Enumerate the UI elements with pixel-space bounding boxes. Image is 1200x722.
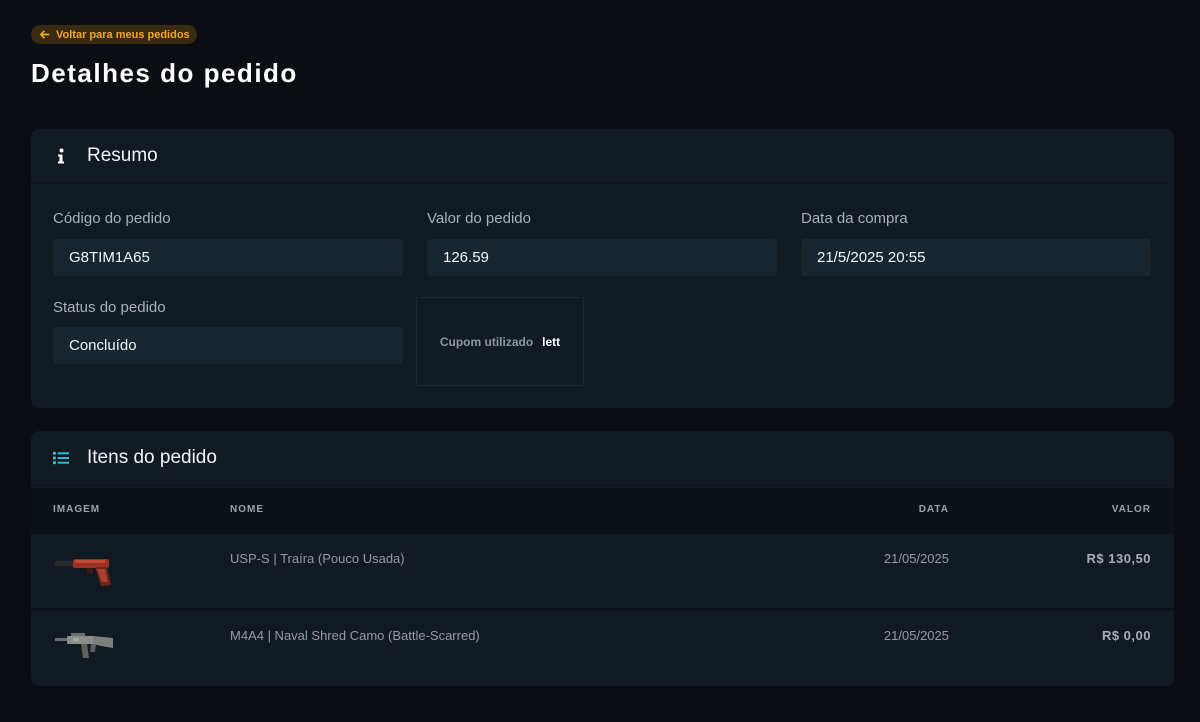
items-title: Itens do pedido xyxy=(87,447,217,468)
purchase-date-label: Data da compra xyxy=(801,210,908,227)
page-title: Detalhes do pedido xyxy=(31,58,298,88)
item-value: R$ 0,00 xyxy=(1101,628,1151,643)
coupon-box: Cupom utilizado lett xyxy=(416,297,584,386)
order-code-label: Código do pedido xyxy=(53,210,171,227)
arrow-left-icon xyxy=(40,30,50,39)
back-link-label: Voltar para meus pedidos xyxy=(56,28,190,41)
column-value: VALOR xyxy=(1111,504,1151,515)
rifle-image xyxy=(55,633,113,658)
order-code-field: G8TIM1A65 xyxy=(53,239,403,276)
coupon-label: Cupom utilizado xyxy=(439,334,534,349)
coupon-value: lett xyxy=(542,334,561,349)
order-value-label: Valor do pedido xyxy=(427,210,531,227)
order-status-label: Status do pedido xyxy=(53,299,166,316)
item-name: M4A4 | Naval Shred Camo (Battle-Scarred) xyxy=(230,628,480,643)
order-details-page: Voltar para meus pedidos Detalhes do ped… xyxy=(0,0,1200,722)
list-icon xyxy=(53,450,69,466)
item-date: 21/05/2025 xyxy=(883,628,949,643)
column-image: IMAGEM xyxy=(53,504,101,515)
order-status-field: Concluído xyxy=(53,327,403,364)
order-value-field: 126.59 xyxy=(427,239,777,276)
summary-title: Resumo xyxy=(87,145,158,166)
table-row[interactable]: USP-S | Traíra (Pouco Usada) 21/05/2025 … xyxy=(31,534,1174,608)
summary-card: Resumo Código do pedido G8TIM1A65 Valor … xyxy=(31,129,1174,408)
item-value: R$ 130,50 xyxy=(1086,551,1151,566)
summary-header: Resumo xyxy=(31,129,1174,184)
item-date: 21/05/2025 xyxy=(883,551,949,566)
item-name: USP-S | Traíra (Pouco Usada) xyxy=(230,551,405,566)
order-items-card: Itens do pedido IMAGEM NOME DATA VALOR U… xyxy=(31,431,1174,686)
items-header: Itens do pedido xyxy=(31,431,1174,486)
column-date: DATA xyxy=(918,504,949,515)
pistol-image xyxy=(55,559,111,586)
items-table-header: IMAGEM NOME DATA VALOR xyxy=(31,488,1174,534)
info-icon xyxy=(53,148,69,164)
purchase-date-field: 21/5/2025 20:55 xyxy=(801,239,1151,276)
column-name: NOME xyxy=(230,504,264,515)
back-to-orders-link[interactable]: Voltar para meus pedidos xyxy=(31,25,197,44)
table-row[interactable]: M4A4 | Naval Shred Camo (Battle-Scarred)… xyxy=(31,611,1174,685)
